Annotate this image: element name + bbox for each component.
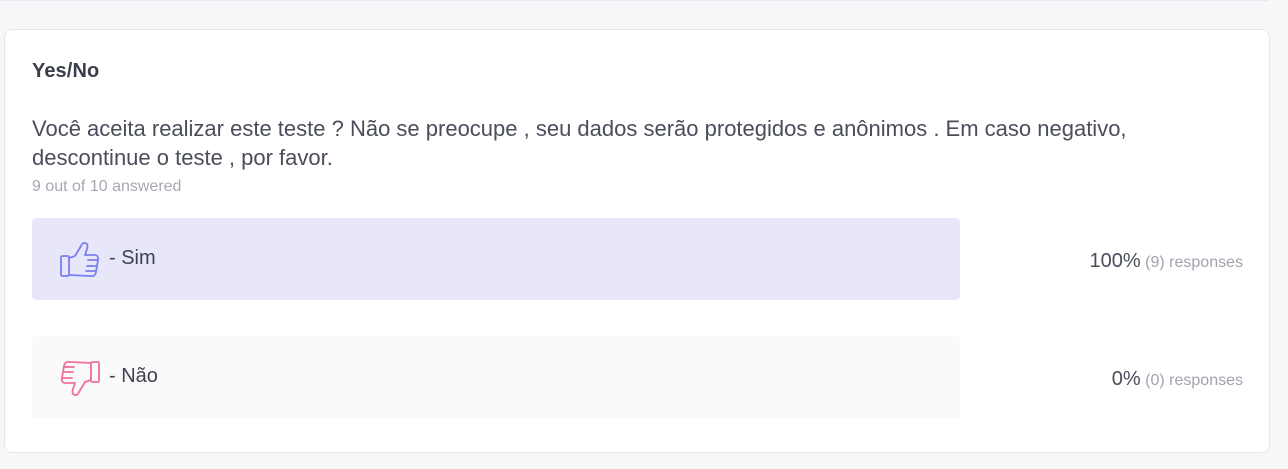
option-label-sim: - Sim [109,247,156,269]
thumbs-down-icon [58,356,102,400]
option-no-percent: 0% [1111,368,1141,390]
question-card: Yes/No Você aceita realizar este teste ?… [4,29,1270,453]
answered-count: 9 out of 10 answered [32,178,182,195]
option-yes-percent: 100% [1089,250,1141,272]
option-yes[interactable]: - Sim [32,218,960,300]
question-type-label: Yes/No [32,60,100,82]
bottom-background [0,460,1288,469]
option-no-responses-label: responses [1169,372,1243,389]
option-yes-count: (9) [1145,254,1165,271]
option-label-nao: - Não [109,365,158,387]
option-yes-responses-label: responses [1169,254,1243,271]
option-yes-stats: 100% (9) responses [1090,250,1243,273]
top-divider [0,0,1268,1]
thumbs-up-icon [58,238,102,282]
option-no-count: (0) [1145,372,1165,389]
option-no[interactable]: - Não [32,336,960,418]
question-text: Você aceita realizar este teste ? Não se… [32,116,1127,170]
option-no-stats: 0% (0) responses [1112,368,1243,391]
